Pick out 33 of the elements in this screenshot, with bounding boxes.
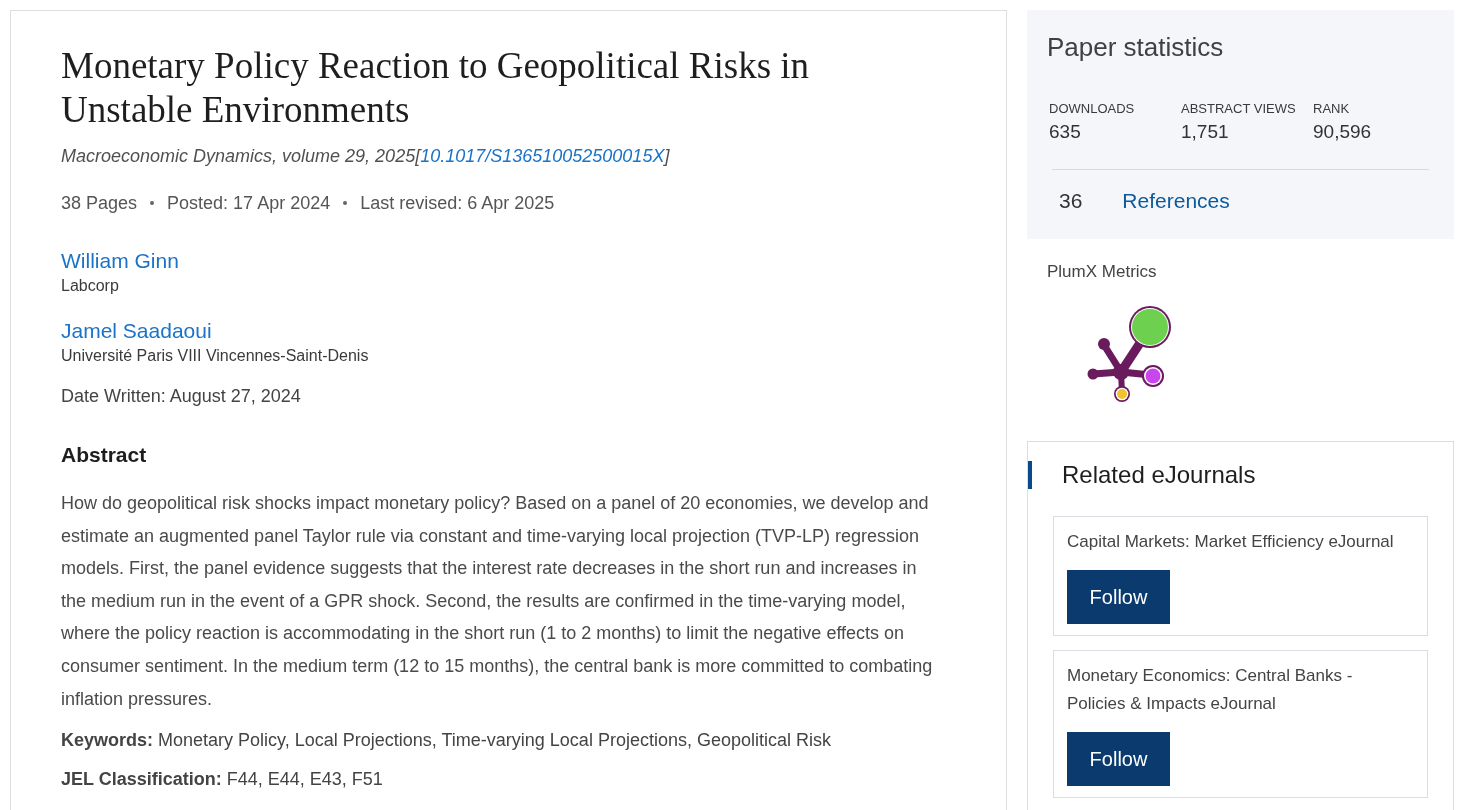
stat-value: 635 <box>1049 120 1081 144</box>
paper-meta: Posted: 17 Apr 2024 <box>167 192 331 215</box>
bullet-icon <box>150 201 155 205</box>
stat-value: 90,596 <box>1313 120 1372 144</box>
journal-citation: Macroeconomic Dynamics, volume 29, 2025[10.1017/S136510052500015X] <box>61 145 670 168</box>
circles-network-icon[interactable] <box>1087 305 1173 405</box>
doi-link[interactable]: 10.1017/S136510052500015X <box>420 146 665 166</box>
statistics-title: Paper statistics <box>1047 31 1224 64</box>
abstract-heading: Abstract <box>61 442 147 468</box>
follow-button[interactable]: Follow <box>1067 732 1170 786</box>
references-count: 36 <box>1059 188 1083 214</box>
author-link[interactable]: William Ginn <box>61 248 179 274</box>
paper-title: Monetary Policy Reaction to Geopolitical Risks in Unstable Environments <box>61 44 811 132</box>
paper-meta: 38 Pages <box>61 192 138 215</box>
stat-label: DOWNLOADS <box>1049 100 1135 118</box>
abstract-text: How do geopolitical risk shocks impact monetary policy? Based on a panel of 20 economies, we develop and estimate an augmented panel Taylor rule via constant and time-varying local projection (TVP-LP) regression models. First, the panel evidence suggests that the interest rate decreases in the short run and increases in the medium run in the event of a GPR shock. Second, the results are confirmed in the time-varying model, where the policy reaction is accommodating in the short run (1 to 2 months) to limit the negative effects on consumer sentiment. In the medium term (12 to 15 months), the central bank is more committed to combating inflation pressures. <box>61 492 934 711</box>
keywords: Keywords: Monetary Policy, Local Projections, Time-varying Local Projections, Geopolitical Risk <box>61 729 831 753</box>
stat-value: 1,751 <box>1181 120 1229 144</box>
date-written: Date Written: August 27, 2024 <box>61 385 301 408</box>
stat-label: ABSTRACT VIEWS <box>1181 100 1296 118</box>
follow-button[interactable]: Follow <box>1067 570 1170 624</box>
author-affiliation: Université Paris VIII Vincennes-Saint-Denis <box>61 346 369 366</box>
stat-label: RANK <box>1313 100 1350 118</box>
jel-classification: JEL Classification: F44, E44, E43, F51 <box>61 768 383 792</box>
author-affiliation: Labcorp <box>61 276 119 296</box>
related-ejournals-title: Related eJournals <box>1062 460 1256 490</box>
references-link[interactable]: References <box>1122 188 1230 214</box>
ejournal-link[interactable]: Capital Markets: Market Efficiency eJournal <box>1067 528 1394 556</box>
author-link[interactable]: Jamel Saadaoui <box>61 318 212 344</box>
ejournal-link[interactable]: Monetary Economics: Central Banks - Policies & Impacts eJournal <box>1067 662 1402 718</box>
bullet-icon <box>343 201 348 205</box>
metrics-title: PlumX Metrics <box>1047 261 1157 283</box>
paper-meta: Last revised: 6 Apr 2025 <box>360 192 555 215</box>
